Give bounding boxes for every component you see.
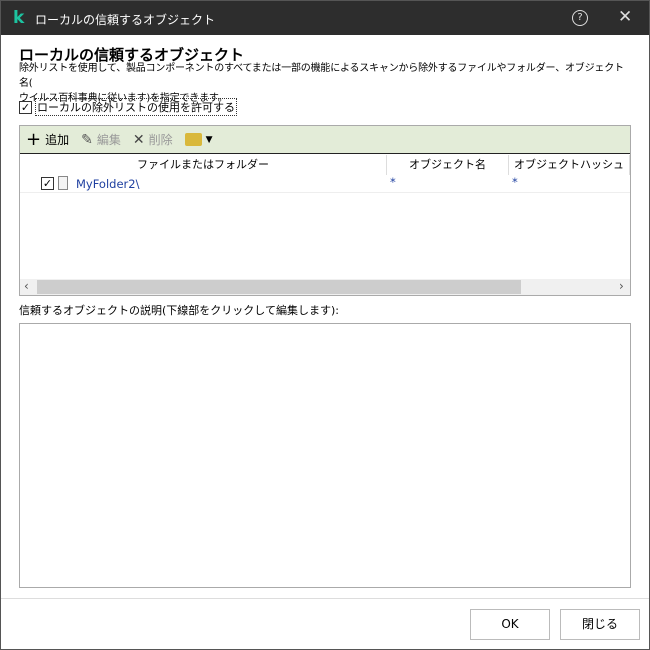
plus-icon: + xyxy=(26,128,42,150)
x-icon: ✕ xyxy=(132,131,145,148)
scroll-left-icon[interactable]: ‹ xyxy=(24,279,29,293)
window-title: ローカルの信頼するオブジェクト xyxy=(35,13,216,27)
folder-icon xyxy=(184,133,202,146)
scroll-right-icon[interactable]: › xyxy=(619,279,624,293)
description-line-1: 除外リストを使用して、製品コンポーネントのすべてまたは一部の機能によるスキャンか… xyxy=(19,63,624,89)
dropdown-arrow-icon: ▼ xyxy=(205,134,213,145)
allow-local-exclusions-checkbox[interactable]: ✓ ローカルの除外リストの使用を許可する xyxy=(19,98,237,116)
add-button[interactable]: + 追加 xyxy=(26,128,70,150)
delete-label: 削除 xyxy=(148,133,173,147)
ok-button[interactable]: OK xyxy=(470,609,550,640)
checkbox-checked-icon[interactable]: ✓ xyxy=(19,100,32,114)
title-bar: k ローカルの信頼するオブジェクト ? ✕ xyxy=(1,1,649,35)
edit-button[interactable]: ✎ 編集 xyxy=(81,131,121,148)
row-path[interactable]: MyFolder2\ xyxy=(76,177,139,191)
footer: OK 閉じる xyxy=(1,598,649,649)
add-label: 追加 xyxy=(45,133,70,147)
delete-button[interactable]: ✕ 削除 xyxy=(133,131,173,148)
row-checkbox[interactable]: ✓ xyxy=(41,177,54,190)
pencil-icon: ✎ xyxy=(81,131,93,148)
import-export-button[interactable]: ▼ xyxy=(184,133,213,146)
document-icon xyxy=(58,176,68,190)
table-row[interactable]: ✓ MyFolder2\ * * xyxy=(20,175,630,193)
close-icon[interactable]: ✕ xyxy=(618,7,632,27)
scrollbar-thumb[interactable] xyxy=(37,280,521,294)
row-object-name[interactable]: * xyxy=(390,175,396,189)
help-icon[interactable]: ? xyxy=(572,10,588,26)
table-header: ファイルまたはフォルダー オブジェクト名 オブジェクトハッシュ xyxy=(20,155,630,175)
exclusions-table: + 追加 ✎ 編集 ✕ 削除 ▼ ファイルまたはフォルダー オブジェクト名 オブジェク… xyxy=(19,125,631,296)
close-button[interactable]: 閉じる xyxy=(560,609,640,640)
column-header-object-name[interactable]: オブジェクト名 xyxy=(387,155,509,175)
object-description-box[interactable] xyxy=(19,323,631,588)
kaspersky-logo-icon: k xyxy=(13,8,25,28)
edit-label: 編集 xyxy=(96,133,121,147)
toolbar: + 追加 ✎ 編集 ✕ 削除 ▼ xyxy=(20,126,630,154)
column-header-object-hash[interactable]: オブジェクトハッシュ xyxy=(509,155,630,175)
checkbox-label: ローカルの除外リストの使用を許可する xyxy=(35,98,237,116)
row-object-hash[interactable]: * xyxy=(512,175,518,189)
column-header-file-or-folder[interactable]: ファイルまたはフォルダー xyxy=(20,155,387,175)
object-description-label: 信頼するオブジェクトの説明(下線部をクリックして編集します): xyxy=(19,304,339,317)
horizontal-scrollbar[interactable]: ‹ › xyxy=(20,279,630,295)
